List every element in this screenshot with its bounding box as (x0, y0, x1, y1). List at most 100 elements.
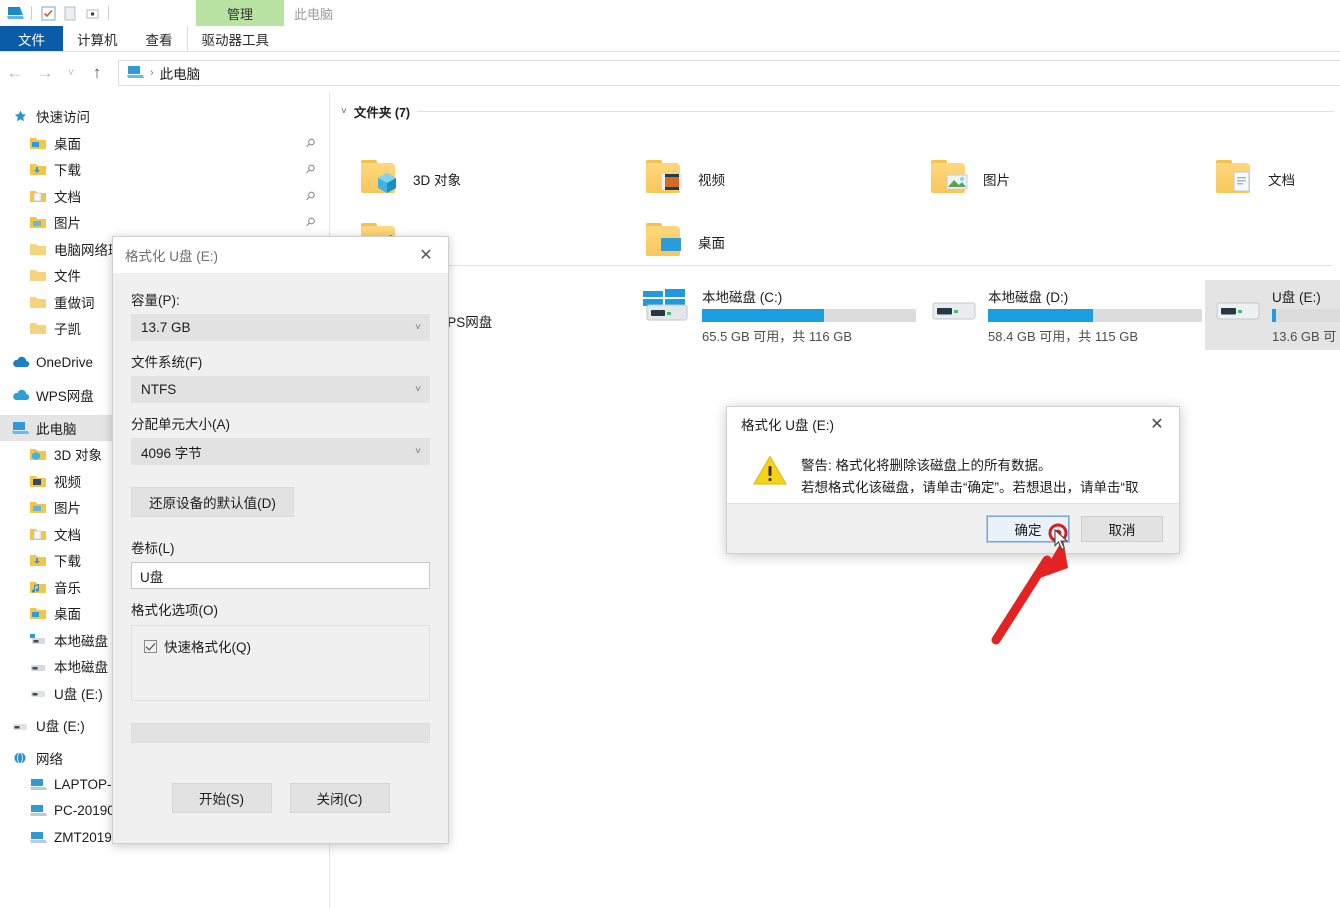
sidebar-item-label: 下载 (54, 163, 81, 179)
sidebar-item-quick-access[interactable]: 快速访问 (0, 103, 329, 130)
ribbon-tab-row: 文件 计算机 查看 驱动器工具 (0, 26, 1340, 52)
this-pc-icon[interactable] (4, 3, 26, 23)
pictures-folder-icon (28, 498, 48, 516)
tile-label: 视频 (698, 173, 725, 188)
sidebar-item-label: ZMT2019 (54, 829, 112, 845)
drive-tile-c[interactable]: 本地磁盘 (C:) 65.5 GB 可用，共 116 GB (635, 280, 916, 350)
tile-desktop[interactable]: 桌面 (638, 218, 731, 266)
folders-group-header[interactable]: ˅ 文件夹 (7) (331, 93, 1340, 125)
tab-computer[interactable]: 计算机 (63, 26, 132, 51)
address-bar[interactable]: › 此电脑 (118, 60, 1340, 86)
drive-usage-fill (702, 309, 824, 322)
sidebar-item-label: 桌面 (54, 607, 81, 623)
drive-free-space: 65.5 GB 可用，共 116 GB (702, 329, 853, 344)
sidebar-item-label: 本地磁盘 (54, 633, 108, 649)
this-pc-icon (10, 419, 30, 437)
pin-icon[interactable]: ⚲ (303, 214, 319, 230)
allocation-select[interactable]: 4096 字节 ˅ (131, 438, 430, 465)
tile-label: 图片 (983, 173, 1010, 188)
drive-free-space: 58.4 GB 可用，共 115 GB (988, 329, 1139, 344)
this-pc-icon (127, 65, 144, 82)
pin-icon[interactable]: ⚲ (303, 161, 319, 177)
volume-label-value: U盘 (140, 569, 164, 585)
cancel-button[interactable]: 取消 (1081, 515, 1163, 542)
sidebar-item-label: U盘 (E:) (54, 686, 103, 702)
forward-button[interactable]: → (30, 58, 60, 88)
close-icon[interactable]: ✕ (404, 237, 448, 273)
chevron-down-icon: ˅ (415, 446, 421, 457)
new-folder-icon[interactable] (59, 3, 81, 23)
format-dialog-buttons: 开始(S) 关闭(C) (131, 783, 430, 813)
tile-pictures[interactable]: 图片 (923, 155, 1016, 203)
tab-file[interactable]: 文件 (0, 26, 63, 51)
desktop-folder-icon (28, 604, 48, 622)
tile-3d-objects[interactable]: 3D 对象 (353, 155, 467, 203)
drive-name: 本地磁盘 (D:) (988, 290, 1069, 305)
restore-defaults-button[interactable]: 还原设备的默认值(D) (131, 487, 294, 517)
quick-format-checkbox-row[interactable]: 快速格式化(Q) (144, 636, 417, 656)
back-button[interactable]: ← (0, 58, 30, 88)
usb-drive-icon (1211, 285, 1263, 325)
format-warning-dialog[interactable]: 格式化 U盘 (E:) ✕ 警告: 格式化将删除该磁盘上的所有数据。 若想格式化… (726, 406, 1180, 554)
filesystem-select[interactable]: NTFS ˅ (131, 376, 430, 403)
volume-label-input[interactable]: U盘 (131, 562, 430, 589)
pin-icon[interactable]: ⚲ (303, 135, 319, 151)
drive-icon (927, 285, 979, 325)
close-icon[interactable]: ✕ (1135, 407, 1179, 441)
checkbox-icon[interactable] (144, 639, 157, 653)
filesystem-label: 文件系统(F) (131, 355, 203, 370)
usb-drive-icon (28, 684, 48, 702)
downloads-folder-icon (28, 551, 48, 569)
format-dialog-title: 格式化 U盘 (E:) (113, 237, 448, 273)
sidebar-item-label: 快速访问 (36, 110, 90, 126)
folder-icon (28, 293, 48, 311)
sidebar-item-pictures[interactable]: 图片 ⚲ (0, 209, 329, 236)
tile-label: 桌面 (698, 236, 725, 251)
properties-icon[interactable] (37, 3, 59, 23)
recent-locations-button[interactable]: ˅ (60, 58, 82, 88)
documents-folder-icon (1214, 159, 1258, 199)
videos-folder-icon (644, 159, 688, 199)
onedrive-icon (10, 354, 30, 372)
tile-documents[interactable]: 文档 (1208, 155, 1301, 203)
filesystem-value: NTFS (141, 382, 177, 397)
sidebar-item-label: 3D 对象 (54, 448, 103, 464)
tab-drive-tools[interactable]: 驱动器工具 (186, 26, 284, 51)
sidebar-item-documents[interactable]: 文档 ⚲ (0, 183, 329, 210)
tab-view[interactable]: 查看 (132, 26, 187, 51)
contextual-tab-header[interactable]: 管理 (196, 0, 284, 26)
tile-videos[interactable]: 视频 (638, 155, 731, 203)
sidebar-item-desktop[interactable]: 桌面 ⚲ (0, 130, 329, 157)
drive-usage-bar (702, 309, 916, 322)
up-button[interactable]: ↑ (82, 58, 112, 88)
sidebar-item-label: 重做词 (54, 295, 95, 311)
drive-tile-d[interactable]: 本地磁盘 (D:) 58.4 GB 可用，共 115 GB (921, 280, 1202, 350)
allocation-label: 分配单元大小(A) (131, 417, 230, 432)
warning-message-line1: 警告: 格式化将删除该磁盘上的所有数据。 (801, 458, 1052, 473)
desktop-folder-icon (28, 134, 48, 152)
drive-usage-fill (988, 309, 1093, 322)
desktop-folder-icon (644, 222, 688, 262)
breadcrumb[interactable]: 此电脑 (160, 63, 201, 83)
sidebar-item-label: LAPTOP- (54, 776, 112, 792)
folders-group-label: 文件夹 (7) (353, 106, 411, 120)
format-options-label: 格式化选项(O) (131, 603, 218, 618)
drive-free-space: 13.6 GB 可 (1272, 329, 1337, 344)
capacity-select[interactable]: 13.7 GB ˅ (131, 314, 430, 341)
warning-dialog-buttons: 确定 取消 (727, 503, 1179, 553)
format-dialog[interactable]: 格式化 U盘 (E:) ✕ 容量(P): 13.7 GB ˅ 文件系统(F) N… (112, 236, 449, 844)
usb-drive-icon (10, 716, 30, 734)
sidebar-item-downloads[interactable]: 下载 ⚲ (0, 156, 329, 183)
drive-tile-e[interactable]: U盘 (E:) 13.6 GB 可 (1205, 280, 1340, 350)
format-progress-bar (131, 723, 430, 743)
customize-icon[interactable] (81, 3, 103, 23)
sidebar-item-label: 子凯 (54, 322, 81, 338)
toolbar-separator-2 (108, 6, 109, 20)
allocation-value: 4096 字节 (141, 445, 202, 461)
start-button[interactable]: 开始(S) (171, 783, 272, 813)
sidebar-item-label: 桌面 (54, 136, 81, 152)
close-button[interactable]: 关闭(C) (289, 783, 390, 813)
pin-icon[interactable]: ⚲ (303, 188, 319, 204)
chevron-down-icon[interactable]: ˅ (341, 106, 347, 117)
devices-group-rule (351, 265, 1332, 266)
